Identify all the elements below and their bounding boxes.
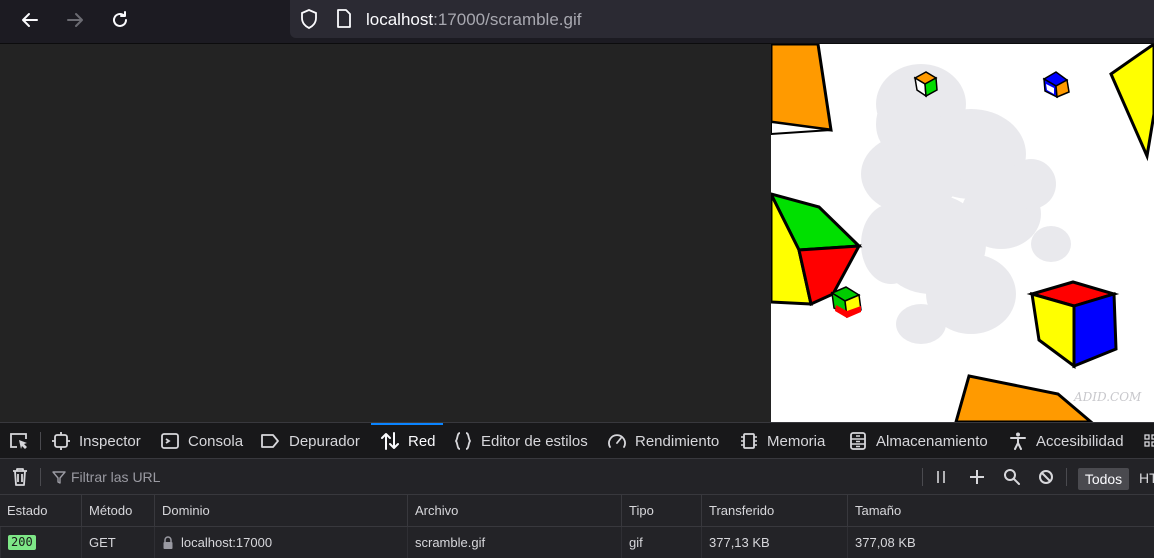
back-button[interactable]: [14, 4, 46, 36]
tab-label: Memoria: [767, 432, 826, 450]
inspector-icon: [52, 432, 70, 450]
filter-html-button[interactable]: HT: [1139, 470, 1154, 486]
tab-memory[interactable]: Memoria: [739, 423, 825, 459]
block-icon[interactable]: [1038, 469, 1054, 485]
tab-label: Editor de estilos: [481, 432, 588, 450]
tab-accessibility[interactable]: Accesibilidad: [1008, 423, 1124, 459]
reload-icon: [113, 11, 127, 27]
search-icon[interactable]: [1003, 468, 1021, 486]
cell-method: GET: [81, 527, 154, 558]
network-toolbar: Filtrar las URL Todos HT: [0, 459, 1154, 495]
tab-label: Red: [408, 432, 436, 450]
pause-icon[interactable]: [934, 469, 948, 485]
tab-network[interactable]: Red: [371, 423, 443, 459]
tab-style-editor[interactable]: Editor de estilos: [453, 423, 588, 459]
gif-watermark: ADID.COM: [1073, 390, 1142, 404]
trash-icon[interactable]: [11, 467, 29, 487]
cell-type: gif: [621, 527, 701, 558]
more-tools-icon: [1144, 434, 1154, 447]
page-info-icon[interactable]: [336, 9, 352, 28]
status-badge: 200: [8, 535, 36, 550]
more-tools-button[interactable]: [1144, 423, 1154, 459]
tab-debugger[interactable]: Depurador: [259, 423, 360, 459]
tab-console[interactable]: Consola: [160, 423, 243, 459]
storage-icon: [850, 432, 866, 450]
small-cube-2: [1042, 71, 1070, 99]
filter-icon: [52, 471, 66, 484]
column-header-domain[interactable]: Dominio: [154, 495, 407, 526]
cell-status: 200: [0, 527, 81, 558]
url-filter-input[interactable]: Filtrar las URL: [71, 469, 160, 485]
gif-frame-drawing: ADID.COM: [771, 44, 1154, 422]
tab-label: Inspector: [79, 432, 141, 450]
tab-label: Rendimiento: [635, 432, 720, 450]
tab-label: Almacenamiento: [876, 432, 988, 450]
column-header-method[interactable]: Método: [81, 495, 154, 526]
big-right-cube: [1026, 280, 1120, 369]
cell-size: 377,08 KB: [847, 527, 1154, 558]
domain-text: localhost:17000: [181, 535, 273, 550]
lock-icon: [163, 535, 173, 549]
url-host: localhost: [366, 10, 434, 29]
cell-file: scramble.gif: [407, 527, 621, 558]
network-icon: [381, 432, 399, 450]
url-path: :17000/scramble.gif: [433, 10, 582, 29]
tab-storage[interactable]: Almacenamiento: [848, 423, 988, 459]
element-picker-icon: [10, 433, 27, 449]
cell-transferred: 377,13 KB: [701, 527, 847, 558]
forward-arrow-icon: [67, 13, 83, 27]
devtools-tabbar: Inspector Consola Depurador Red Editor d…: [0, 423, 1154, 459]
tab-label: Depurador: [289, 432, 360, 450]
console-icon: [161, 433, 179, 449]
column-header-status[interactable]: Estado: [0, 495, 81, 526]
column-header-transferred[interactable]: Transferido: [701, 495, 847, 526]
devtools-panel: Inspector Consola Depurador Red Editor d…: [0, 422, 1154, 558]
accessibility-icon: [1010, 432, 1026, 450]
filter-all-button[interactable]: Todos: [1078, 468, 1129, 490]
performance-icon: [608, 434, 626, 448]
debugger-icon: [261, 434, 279, 448]
memory-icon: [741, 433, 757, 449]
browser-toolbar: localhost:17000/scramble.gif: [0, 0, 1154, 44]
column-header-size[interactable]: Tamaño: [847, 495, 1154, 526]
reload-button[interactable]: [104, 4, 136, 36]
tab-label: Accesibilidad: [1036, 432, 1124, 450]
cell-domain: localhost:17000: [154, 527, 407, 558]
column-header-file[interactable]: Archivo: [407, 495, 621, 526]
style-editor-icon: [454, 432, 472, 450]
url-text[interactable]: localhost:17000/scramble.gif: [366, 10, 581, 30]
tab-inspector[interactable]: Inspector: [51, 423, 141, 459]
url-bar[interactable]: localhost:17000/scramble.gif: [290, 0, 1154, 38]
column-header-type[interactable]: Tipo: [621, 495, 701, 526]
tracking-protection-shield-icon[interactable]: [300, 9, 318, 29]
tab-label: Consola: [188, 432, 244, 450]
plus-icon[interactable]: [969, 469, 985, 485]
tab-performance[interactable]: Rendimiento: [607, 423, 719, 459]
table-row[interactable]: 200 GET localhost:17000 scramble.gif gif…: [0, 527, 1154, 558]
scramble-gif-image: ADID.COM: [771, 44, 1154, 422]
back-arrow-icon: [22, 13, 38, 27]
forward-button[interactable]: [59, 4, 91, 36]
small-cube-3: [830, 286, 862, 319]
element-picker-button[interactable]: [8, 423, 38, 459]
request-table-header: Estado Método Dominio Archivo Tipo Trans…: [0, 495, 1154, 527]
page-viewport: ADID.COM: [0, 44, 1154, 422]
